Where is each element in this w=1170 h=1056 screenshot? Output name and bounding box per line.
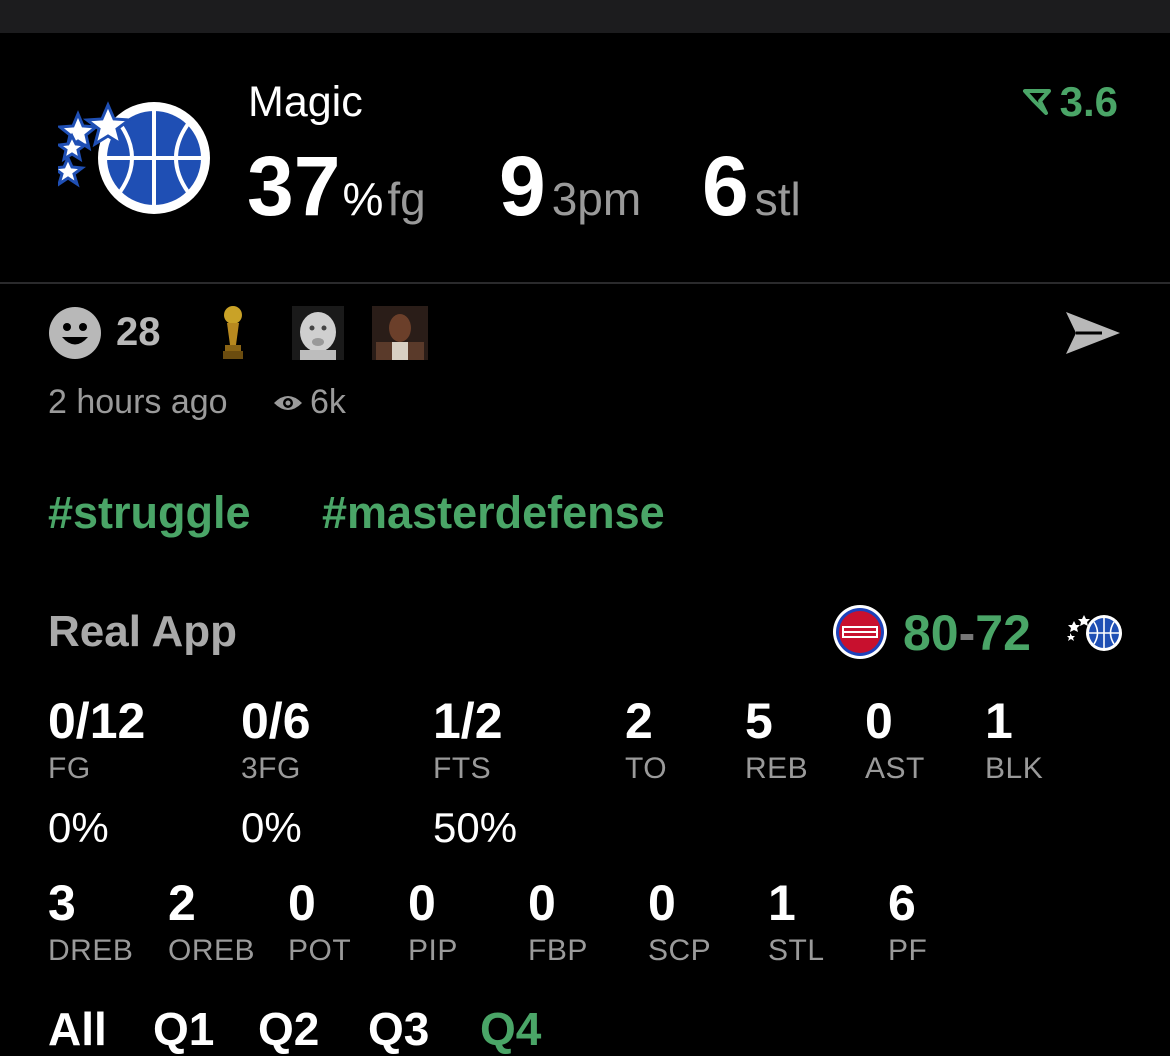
- home-score: 80: [903, 605, 959, 661]
- stat-scp: 0 SCP: [648, 878, 711, 966]
- stat-label: FBP: [528, 934, 588, 967]
- stat-label: FG: [48, 752, 91, 785]
- send-icon[interactable]: [1062, 306, 1124, 360]
- team-name: Magic: [248, 78, 363, 126]
- stat-value: 1: [985, 693, 1013, 749]
- tab-all[interactable]: All: [48, 1002, 107, 1056]
- status-bar: [0, 0, 1170, 33]
- away-score: 72: [975, 605, 1031, 661]
- threes-made-stat: 9 3pm: [499, 138, 641, 235]
- fg-value: 37: [247, 139, 341, 233]
- tab-q1[interactable]: Q1: [153, 1002, 214, 1056]
- stat-label: TO: [625, 752, 668, 785]
- trophy-icon[interactable]: [216, 305, 250, 361]
- reaction-count: 28: [116, 310, 161, 354]
- view-count: 6k: [310, 383, 346, 421]
- steals-value: 6: [702, 139, 749, 233]
- stat-value: 6: [888, 875, 916, 931]
- stat-3fg: 0/6 3FG: [241, 696, 311, 784]
- threes-value: 9: [499, 139, 546, 233]
- fg-percentage-stat: 37%fg: [247, 138, 426, 235]
- stat-value: 2: [168, 875, 196, 931]
- stat-value: 1: [768, 875, 796, 931]
- stat-value: 5: [745, 693, 773, 749]
- stat-stl: 1 STL: [768, 878, 825, 966]
- stat-fg: 0/12 FG: [48, 696, 145, 784]
- stat-label: 3FG: [241, 752, 301, 785]
- stat-ast: 0 AST: [865, 696, 925, 784]
- stat-value: 0: [408, 875, 436, 931]
- stat-value: 0: [528, 875, 556, 931]
- post-time: 2 hours ago: [48, 383, 228, 421]
- stat-pip: 0 PIP: [408, 878, 458, 966]
- stat-label: BLK: [985, 752, 1044, 785]
- stat-label: OREB: [168, 934, 256, 967]
- stat-label: AST: [865, 752, 925, 785]
- source-app-label: Real App: [48, 607, 238, 656]
- stat-label: REB: [745, 752, 809, 785]
- tab-q2[interactable]: Q2: [258, 1002, 319, 1056]
- tab-q4[interactable]: Q4: [480, 1002, 541, 1056]
- stat-value: 0/12: [48, 693, 146, 749]
- stat-label: SCP: [648, 934, 712, 967]
- stat-blk: 1 BLK: [985, 696, 1043, 784]
- stat-label: DREB: [48, 934, 134, 967]
- tab-q3[interactable]: Q3: [368, 1002, 429, 1056]
- stat-value: 0/6: [241, 693, 311, 749]
- hashtag-struggle[interactable]: #struggle: [48, 487, 251, 539]
- stat-reb: 5 REB: [745, 696, 808, 784]
- stat-value: 0: [865, 693, 893, 749]
- funnel-arrow-icon: [1022, 89, 1051, 115]
- pistons-logo: [833, 605, 887, 659]
- stat-value: 2: [625, 693, 653, 749]
- stat-pot: 0 POT: [288, 878, 351, 966]
- stat-label: PIP: [408, 934, 458, 967]
- section-divider: [0, 282, 1170, 284]
- hashtag-masterdefense[interactable]: #masterdefense: [322, 487, 665, 539]
- rating-value: 3.6: [1059, 78, 1118, 125]
- fts-percentage: 50%: [433, 804, 518, 851]
- steals-stat: 6 stl: [702, 138, 801, 235]
- magic-mini-logo: [1067, 615, 1122, 651]
- stat-label: POT: [288, 934, 352, 967]
- fg-pct-symbol: %: [342, 173, 384, 225]
- stat-fts: 1/2 FTS: [433, 696, 503, 784]
- stat-pf: 6 PF: [888, 878, 927, 966]
- stat-fbp: 0 FBP: [528, 878, 588, 966]
- stat-label: FTS: [433, 752, 492, 785]
- game-score[interactable]: 80-72: [903, 604, 1031, 662]
- stat-oreb: 2 OREB: [168, 878, 255, 966]
- stat-dreb: 3 DREB: [48, 878, 133, 966]
- stat-value: 0: [648, 875, 676, 931]
- eye-icon: [274, 396, 302, 410]
- stat-label: PF: [888, 934, 928, 967]
- stat-to: 2 TO: [625, 696, 667, 784]
- threes-unit: 3pm: [551, 173, 642, 225]
- magic-logo: [58, 101, 210, 214]
- player-avatar-icon[interactable]: [372, 306, 428, 360]
- stat-value: 3: [48, 875, 76, 931]
- baby-avatar-icon[interactable]: [292, 306, 344, 360]
- score-separator: -: [958, 605, 976, 661]
- steals-unit: stl: [754, 173, 801, 225]
- fg-unit: fg: [387, 173, 426, 225]
- 3fg-percentage: 0%: [241, 804, 302, 851]
- smiley-icon[interactable]: [48, 306, 102, 360]
- stat-value: 0: [288, 875, 316, 931]
- fg-percentage: 0%: [48, 804, 109, 851]
- rating-badge[interactable]: 3.6: [1022, 78, 1118, 126]
- stat-value: 1/2: [433, 693, 503, 749]
- stat-label: STL: [768, 934, 825, 967]
